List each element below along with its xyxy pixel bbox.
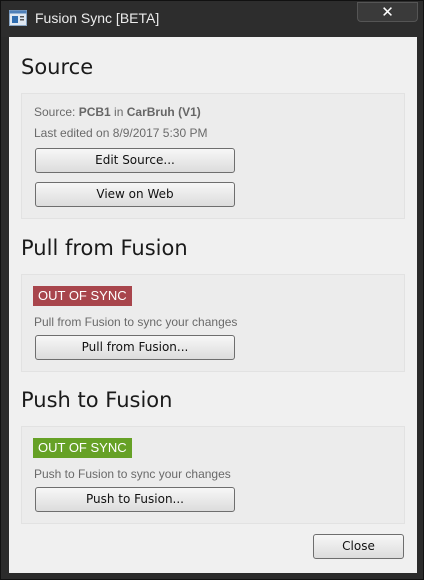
pull-heading: Pull from Fusion [21, 236, 188, 260]
dialog-content: Source Source: PCB1 in CarBruh (V1) Last… [9, 37, 417, 573]
source-project-name: CarBruh (V1) [126, 105, 201, 119]
pull-status-badge: OUT OF SYNC [33, 286, 132, 306]
title-bar[interactable]: Fusion Sync [BETA] ✕ [1, 1, 423, 37]
pull-from-fusion-button[interactable]: Pull from Fusion... [35, 335, 235, 360]
push-to-fusion-button[interactable]: Push to Fusion... [35, 487, 235, 512]
view-on-web-button[interactable]: View on Web [35, 182, 235, 207]
source-info: Source: PCB1 in CarBruh (V1) [34, 105, 201, 119]
source-in-label: in [110, 105, 127, 119]
edit-source-button[interactable]: Edit Source... [35, 148, 235, 173]
window-close-icon[interactable]: ✕ [357, 2, 418, 22]
source-board-name: PCB1 [78, 105, 111, 119]
pull-hint-text: Pull from Fusion to sync your changes [34, 315, 238, 329]
close-button[interactable]: Close [313, 534, 404, 559]
source-panel: Source: PCB1 in CarBruh (V1) Last edited… [21, 93, 405, 219]
push-panel: OUT OF SYNC Push to Fusion to sync your … [21, 426, 405, 524]
last-edited-text: Last edited on 8/9/2017 5:30 PM [34, 126, 208, 140]
app-window-icon [9, 10, 27, 26]
push-status-badge: OUT OF SYNC [33, 438, 132, 458]
fusion-sync-window: Fusion Sync [BETA] ✕ Source Source: PCB1… [0, 0, 424, 580]
push-heading: Push to Fusion [21, 388, 173, 412]
source-prefix-label: Source: [34, 105, 79, 119]
pull-panel: OUT OF SYNC Pull from Fusion to sync you… [21, 274, 405, 372]
push-hint-text: Push to Fusion to sync your changes [34, 467, 231, 481]
source-heading: Source [21, 55, 94, 79]
window-title: Fusion Sync [BETA] [35, 10, 160, 26]
